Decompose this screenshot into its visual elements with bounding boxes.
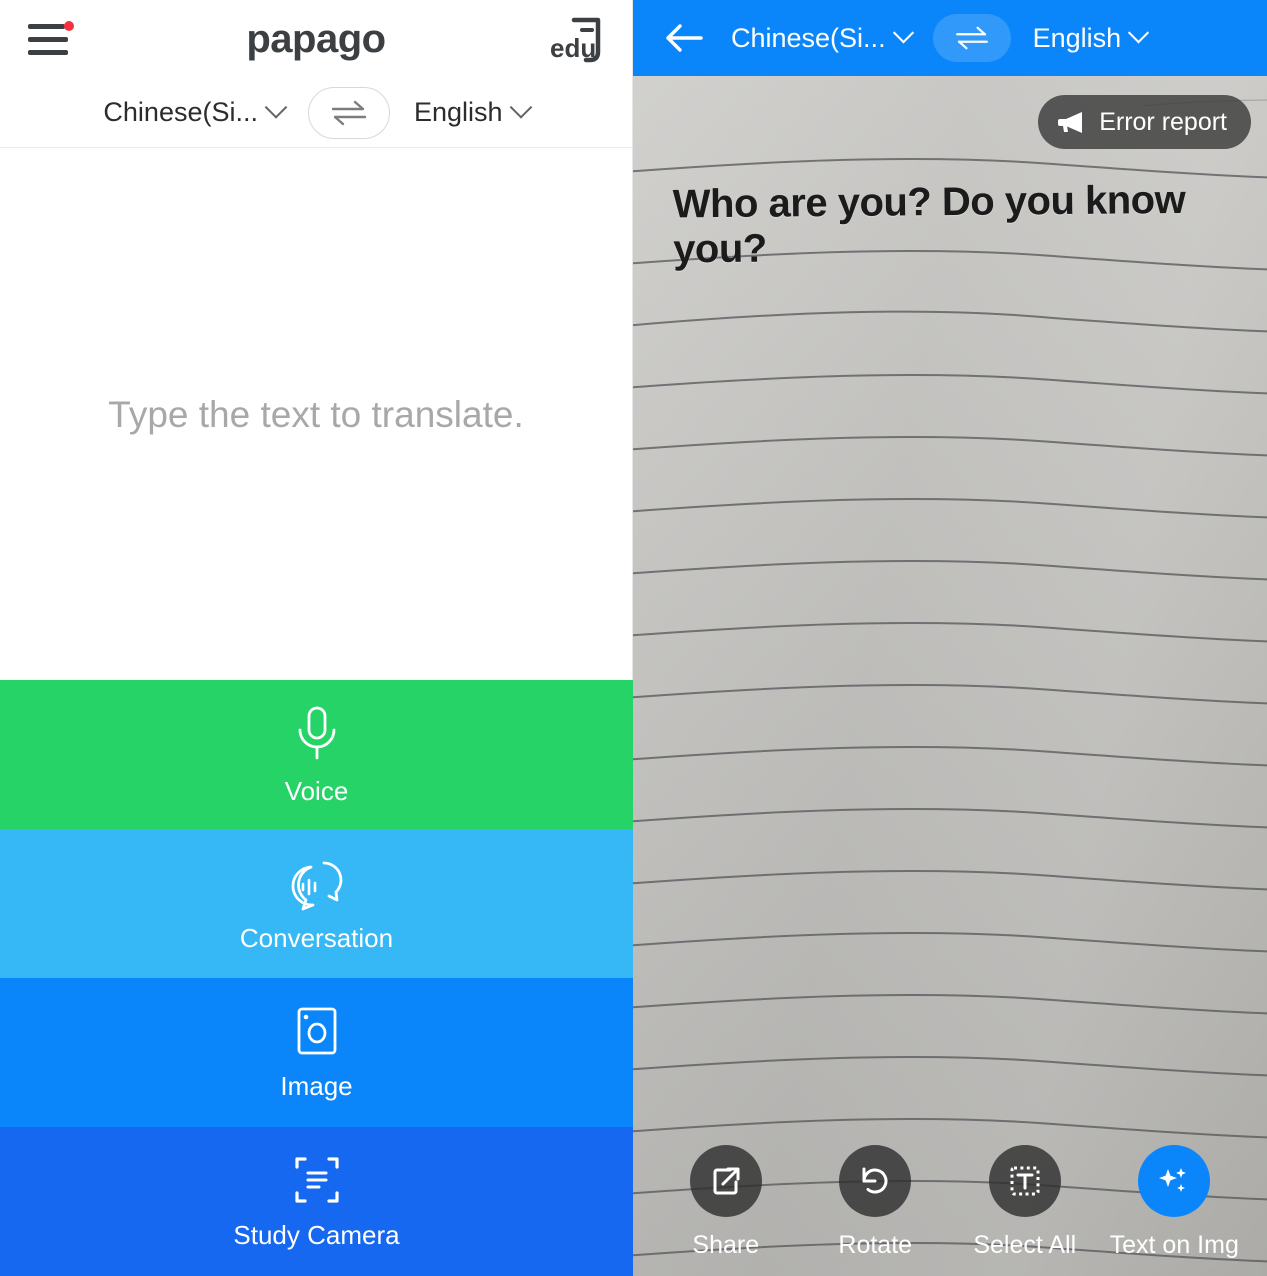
image-tile[interactable]: Image	[0, 978, 633, 1127]
select-all-button-circle	[988, 1145, 1061, 1217]
edu-badge-icon[interactable]: edu	[548, 12, 604, 66]
target-language-dropdown[interactable]: English	[414, 95, 532, 128]
text-on-img-button-label: Text on Img	[1109, 1231, 1239, 1259]
camera-swap-languages-button[interactable]	[932, 14, 1011, 62]
translate-input-placeholder: Type the text to translate.	[108, 394, 524, 435]
text-on-img-button[interactable]: Text on Img	[1104, 1145, 1244, 1260]
conversation-bubbles-icon	[291, 861, 342, 911]
sparkles-icon	[1159, 1168, 1187, 1192]
captured-photo-canvas[interactable]: Who are you? Do you know you?	[633, 76, 1267, 1276]
language-selector-row: Chinese(Si... English	[0, 78, 632, 148]
rotate-button-label: Rotate	[838, 1231, 913, 1259]
translate-input-area[interactable]: Type the text to translate.	[0, 148, 632, 680]
text-on-img-button-circle	[1138, 1145, 1211, 1217]
microphone-icon	[298, 706, 335, 760]
input-mode-tiles: Voice Conversation Image Study Camera	[0, 680, 633, 1276]
rotate-button[interactable]: Rotate	[805, 1145, 945, 1260]
source-language-label: Chinese(Si...	[103, 97, 258, 127]
rotate-button-circle	[839, 1145, 912, 1217]
camera-translate-panel: Chinese(Si... English Who are you? Do yo…	[633, 0, 1267, 1276]
app-top-bar: papago edu	[0, 0, 632, 78]
back-arrow-icon[interactable]	[659, 18, 709, 58]
hamburger-menu-icon[interactable]	[28, 20, 74, 58]
error-report-button[interactable]: Error report	[1038, 95, 1251, 149]
voice-tile-label: Voice	[284, 776, 349, 806]
source-language-dropdown[interactable]: Chinese(Si...	[103, 95, 288, 128]
chevron-down-icon	[509, 95, 532, 119]
swap-languages-button[interactable]	[308, 86, 390, 139]
swap-arrows-icon	[955, 26, 988, 50]
document-scan-icon	[294, 1157, 339, 1203]
select-all-button-label: Select All	[973, 1231, 1077, 1259]
share-button[interactable]: Share	[656, 1145, 796, 1260]
menu-bar-1	[28, 24, 65, 29]
menu-bar-2	[28, 37, 68, 42]
study-camera-tile[interactable]: Study Camera	[0, 1127, 633, 1276]
chevron-down-icon	[892, 21, 914, 43]
share-button-label: Share	[692, 1231, 760, 1259]
swap-arrows-icon	[331, 100, 367, 125]
svg-text:edu: edu	[550, 33, 596, 63]
share-export-icon	[713, 1167, 740, 1195]
conversation-tile-label: Conversation	[239, 923, 394, 953]
megaphone-icon	[1058, 112, 1083, 133]
camera-source-language-label: Chinese(Si...	[731, 22, 886, 53]
camera-source-language-dropdown[interactable]: Chinese(Si...	[731, 21, 914, 54]
papago-app-screen: papago edu Chinese(Si... English Type th…	[0, 0, 1267, 1276]
photo-action-toolbar: Share Rotate Select All Text on Img	[633, 1145, 1267, 1260]
select-all-button[interactable]: Select All	[955, 1145, 1095, 1260]
select-all-text-icon	[1010, 1166, 1040, 1196]
camera-target-language-dropdown[interactable]: English	[1032, 21, 1150, 54]
image-tile-label: Image	[280, 1071, 353, 1101]
error-report-label: Error report	[1099, 107, 1227, 136]
papago-logo: papago	[246, 16, 386, 61]
conversation-tile[interactable]: Conversation	[0, 829, 633, 978]
camera-top-bar: Chinese(Si... English	[633, 0, 1267, 76]
photo-camera-icon	[297, 1007, 336, 1055]
study-camera-tile-label: Study Camera	[233, 1220, 400, 1250]
chevron-down-icon	[1128, 21, 1150, 43]
menu-notification-badge	[64, 21, 74, 31]
chevron-down-icon	[264, 95, 288, 119]
ocr-translated-text: Who are you? Do you know you?	[672, 177, 1186, 272]
share-button-circle	[689, 1145, 762, 1217]
camera-target-language-label: English	[1032, 22, 1122, 53]
target-language-label: English	[414, 97, 503, 127]
translate-home-panel: papago edu Chinese(Si... English Type th…	[0, 0, 633, 1276]
voice-tile[interactable]: Voice	[0, 680, 633, 829]
rotate-counterclockwise-icon	[862, 1167, 888, 1194]
menu-bar-3	[28, 50, 68, 55]
